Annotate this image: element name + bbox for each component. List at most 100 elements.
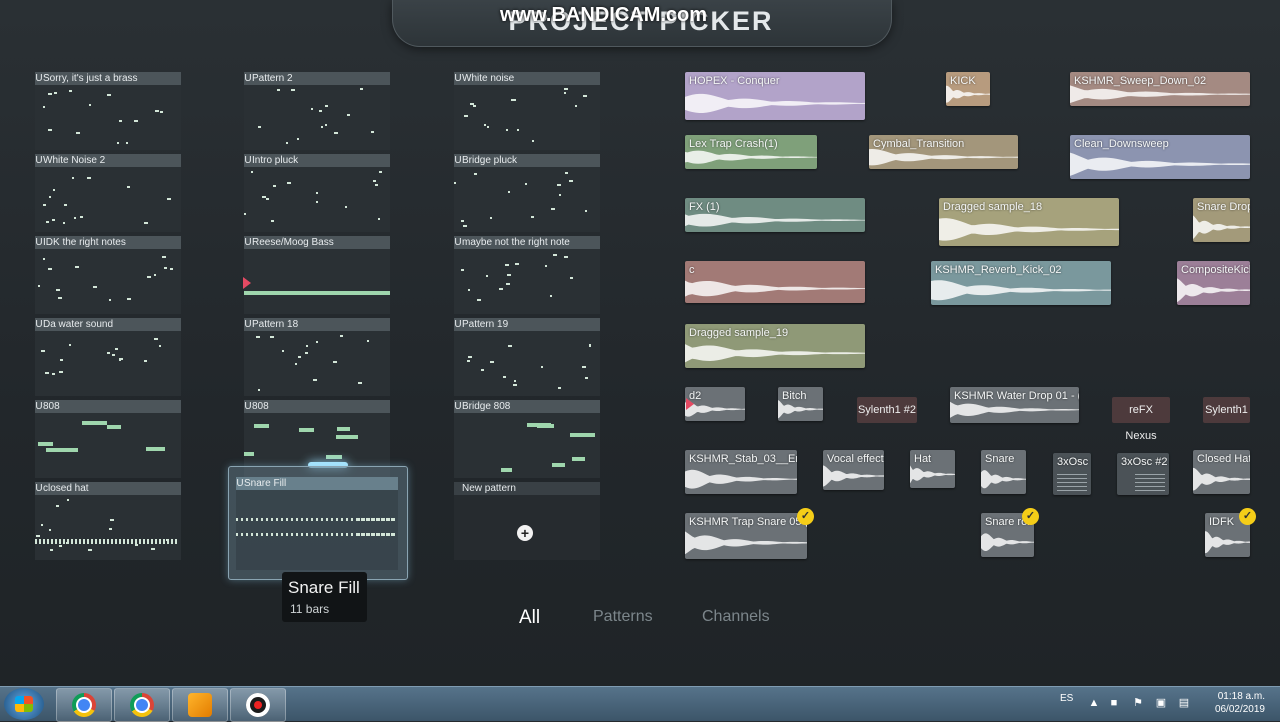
start-button[interactable] bbox=[4, 688, 44, 720]
add-icon[interactable]: + bbox=[517, 525, 533, 541]
note-block bbox=[244, 291, 390, 295]
note-block bbox=[154, 274, 156, 276]
pattern-label: Bridge pluck bbox=[462, 155, 518, 166]
note-block bbox=[356, 518, 360, 521]
tray-action-center-icon[interactable]: ⚑ bbox=[1132, 697, 1144, 709]
audio-clip[interactable]: KSHMR_Sweep_Down_02 bbox=[1070, 72, 1250, 106]
audio-clip[interactable]: Dragged sample_19 bbox=[685, 324, 865, 368]
note-block bbox=[550, 295, 552, 297]
pattern-thumbnail[interactable]: UPattern 19 bbox=[454, 318, 600, 396]
note-block bbox=[537, 424, 554, 428]
pattern-thumbnail[interactable]: UBridge pluck bbox=[454, 154, 600, 232]
audio-clip[interactable]: KICK bbox=[946, 72, 990, 106]
pattern-thumbnail[interactable]: UIDK the right notes bbox=[35, 236, 181, 314]
waveform bbox=[950, 402, 1079, 419]
audio-clip[interactable]: FX (1) bbox=[685, 198, 865, 232]
note-block bbox=[119, 539, 121, 544]
note-block bbox=[111, 539, 113, 544]
note-block bbox=[95, 539, 97, 544]
filter-channels-tab[interactable]: Channels bbox=[702, 608, 770, 626]
note-block bbox=[296, 518, 298, 521]
note-block bbox=[337, 427, 350, 431]
filter-patterns-tab[interactable]: Patterns bbox=[593, 608, 653, 626]
note-block bbox=[490, 217, 492, 219]
pattern-thumbnail[interactable]: UWhite noise bbox=[454, 72, 600, 150]
pattern-thumbnail[interactable]: UReese/Moog Bass bbox=[244, 236, 390, 314]
audio-clip[interactable]: d2 bbox=[685, 387, 745, 421]
tray-arrow-icon[interactable]: ▲ bbox=[1088, 697, 1100, 709]
taskbar-bandicam-button[interactable] bbox=[230, 688, 286, 722]
plugin-channel[interactable]: Sylenth1 #2 bbox=[857, 397, 917, 423]
audio-clip[interactable]: Hat bbox=[910, 450, 955, 488]
note-block bbox=[461, 220, 464, 222]
pattern-thumbnail[interactable]: UDa water sound bbox=[35, 318, 181, 396]
waveform bbox=[910, 465, 955, 484]
note-block bbox=[49, 196, 51, 198]
note-block bbox=[553, 254, 557, 256]
pattern-thumbnail[interactable]: UBridge 808 bbox=[454, 400, 600, 478]
audio-clip[interactable]: Closed Hat bbox=[1193, 450, 1250, 494]
audio-clip[interactable]: Lex Trap Crash(1) bbox=[685, 135, 817, 169]
note-block bbox=[391, 533, 395, 536]
tray-app-icon[interactable]: ■ bbox=[1108, 697, 1120, 709]
note-block bbox=[51, 539, 53, 544]
waveform-shape bbox=[981, 469, 1026, 488]
audio-clip[interactable]: Snare bbox=[981, 450, 1026, 494]
audio-clip[interactable]: Vocal effect bbox=[823, 450, 884, 490]
language-indicator[interactable]: ES bbox=[1060, 693, 1073, 704]
waveform-shape bbox=[685, 343, 865, 362]
audio-clip[interactable]: Bitch bbox=[778, 387, 823, 421]
note-block bbox=[331, 518, 333, 521]
filter-all-tab[interactable]: All bbox=[519, 607, 540, 629]
waveform bbox=[685, 94, 865, 114]
pattern-thumbnail[interactable]: UPattern 2 bbox=[244, 72, 390, 150]
plugin-channel[interactable]: reFX Nexus bbox=[1112, 397, 1170, 442]
taskbar-fl-studio-button[interactable] bbox=[172, 688, 228, 722]
osc-channel[interactable]: 3xOsc bbox=[1053, 453, 1091, 495]
audio-clip[interactable]: CompositeKick bbox=[1177, 261, 1250, 305]
pattern-thumbnail[interactable]: UWhite Noise 2 bbox=[35, 154, 181, 232]
note-block bbox=[311, 533, 313, 536]
note-block bbox=[501, 468, 512, 472]
taskbar-chrome-button[interactable] bbox=[56, 688, 112, 722]
note-block bbox=[373, 180, 376, 182]
audio-clip[interactable]: HOPEX - Conquer bbox=[685, 72, 865, 120]
audio-clip[interactable]: Dragged sample_18 bbox=[939, 198, 1119, 246]
note-block bbox=[109, 299, 111, 301]
pattern-thumbnail[interactable]: U808 bbox=[35, 400, 181, 478]
taskbar-chrome-button[interactable] bbox=[114, 688, 170, 722]
audio-clip[interactable]: Cymbal_Transition bbox=[869, 135, 1018, 169]
tray-display-icon[interactable]: ▣ bbox=[1155, 697, 1167, 709]
pattern-thumbnail[interactable]: UIntro pluck bbox=[244, 154, 390, 232]
note-block bbox=[299, 428, 314, 432]
dragged-pattern-snare-fill[interactable]: USnare Fill bbox=[228, 466, 408, 580]
note-block bbox=[468, 289, 470, 291]
pattern-thumbnail[interactable]: Umaybe not the right note bbox=[454, 236, 600, 314]
note-block bbox=[316, 533, 318, 536]
system-clock[interactable]: 01:18 a.m. 06/02/2019 bbox=[1195, 690, 1265, 716]
note-block bbox=[155, 110, 159, 112]
audio-clip[interactable]: Snare Drop bbox=[1193, 198, 1250, 242]
note-block bbox=[71, 539, 73, 544]
note-block bbox=[36, 535, 40, 537]
note-block bbox=[557, 184, 561, 186]
audio-clip[interactable]: KSHMR_Stab_03__Em_ bbox=[685, 450, 797, 494]
note-block bbox=[481, 369, 484, 371]
note-block bbox=[506, 283, 510, 285]
note-block bbox=[115, 539, 117, 544]
audio-clip[interactable]: KSHMR Trap Snare 05 (C#) bbox=[685, 513, 807, 559]
plugin-channel[interactable]: Sylenth1 bbox=[1203, 397, 1250, 423]
pattern-thumbnail[interactable]: UPattern 18 bbox=[244, 318, 390, 396]
audio-clip[interactable]: KSHMR Water Drop 01 - (A) bbox=[950, 387, 1079, 423]
pattern-thumbnail[interactable]: Uclosed hat bbox=[35, 482, 181, 560]
new-pattern-thumbnail[interactable]: New pattern + bbox=[454, 482, 600, 560]
audio-clip[interactable]: Clean_Downsweep bbox=[1070, 135, 1250, 179]
tray-network-icon[interactable]: ▤ bbox=[1178, 697, 1190, 709]
audio-clip[interactable]: KSHMR_Reverb_Kick_02 bbox=[931, 261, 1111, 305]
pattern-label: Pattern 2 bbox=[252, 73, 293, 84]
pattern-label: New pattern bbox=[462, 483, 516, 494]
pattern-thumbnail[interactable]: USorry, it's just a brass bbox=[35, 72, 181, 150]
osc-channel[interactable]: 3xOsc #2 bbox=[1117, 453, 1169, 495]
audio-clip[interactable]: c bbox=[685, 261, 865, 303]
waveform bbox=[939, 218, 1119, 241]
